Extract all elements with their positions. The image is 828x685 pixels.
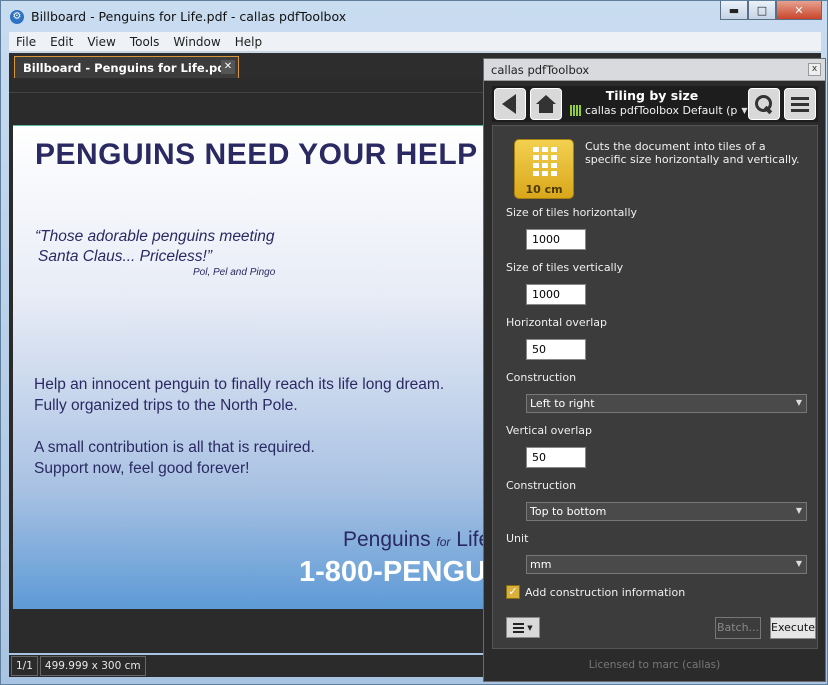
pdftoolbox-panel: callas pdfToolbox x Tiling by size calla… [483,58,826,682]
tool-settings: 10 cm Cuts the document into tiles of a … [492,125,818,649]
brand-wordmark: Penguins for Life [343,528,490,552]
list-icon [513,622,525,633]
chevron-down-icon: ▼ [741,106,748,115]
page-indicator[interactable]: 1/1 [11,656,38,676]
overlap-h-input[interactable]: 50 [526,339,586,360]
size-v-input[interactable]: 1000 [526,284,586,305]
construction-h-value: Left to right [530,397,595,410]
construction-v-select[interactable]: Top to bottom ▼ [526,502,807,521]
minimize-button[interactable]: ▬ [720,1,748,20]
menu-button[interactable] [784,88,816,120]
size-h-input[interactable]: 1000 [526,229,586,250]
overlap-v-input[interactable]: 50 [526,447,586,468]
construction-h-select[interactable]: Left to right ▼ [526,394,807,413]
back-arrow-icon [501,94,516,114]
panel-toolbar: Tiling by size callas pdfToolbox Default… [492,86,818,122]
overlap-v-label: Vertical overlap [506,424,592,437]
brand-for: for [436,535,451,549]
construction-info-row[interactable]: ✓ Add construction information [506,585,685,599]
search-button[interactable] [748,88,780,120]
back-button[interactable] [494,88,526,120]
page-size: 499.999 x 300 cm [39,656,146,676]
menu-edit[interactable]: Edit [43,35,80,49]
menu-file[interactable]: File [9,35,43,49]
menu-window[interactable]: Window [166,35,227,49]
app-gear-icon: ⚙ [10,10,24,24]
construction-info-checkbox[interactable]: ✓ [506,585,520,599]
close-button[interactable]: ✕ [776,1,822,20]
overlap-h-label: Horizontal overlap [506,316,607,329]
profile-bars-icon [570,105,581,116]
panel-title: callas pdfToolbox [491,63,590,77]
construction-v-value: Top to bottom [530,505,607,518]
unit-select[interactable]: mm ▼ [526,555,807,574]
window-title: Billboard - Penguins for Life.pdf - call… [31,9,347,24]
phone-number: 1-800-PENGU [299,556,486,588]
window-controls: ▬ □ ✕ [720,1,822,21]
tool-name: Tiling by size [605,88,699,103]
chevron-down-icon: ▼ [795,506,802,515]
menu-bar: File Edit View Tools Window Help [9,32,821,52]
home-icon [536,95,556,113]
tool-description: Cuts the document into tiles of a specif… [585,140,800,166]
menu-view[interactable]: View [80,35,122,49]
page-headline: PENGUINS NEED YOUR HELP - [35,138,497,171]
construction-v-label: Construction [506,479,577,492]
menu-help[interactable]: Help [228,35,269,49]
chevron-down-icon: ▼ [795,559,802,568]
maximize-button[interactable]: □ [748,1,776,20]
batch-button[interactable]: Batch... [715,617,761,639]
chevron-down-icon: ▼ [527,623,533,632]
tile-size-label: 10 cm [525,183,563,196]
tiling-icon: 10 cm [514,139,574,199]
title-bar[interactable]: ⚙ Billboard - Penguins for Life.pdf - ca… [1,1,827,31]
quote-attribution: Pol, Pel and Pingo [193,267,276,278]
size-h-label: Size of tiles horizontally [506,206,638,219]
home-button[interactable] [530,88,562,120]
page-body-text: Help an innocent penguin to finally reac… [34,374,444,500]
document-tab[interactable]: Billboard - Penguins for Life.pdf ✕ [14,56,239,78]
pdf-page: PENGUINS NEED YOUR HELP - “Those adorabl… [13,125,499,609]
construction-h-label: Construction [506,371,577,384]
panel-close-icon[interactable]: x [808,63,821,76]
body-line-4: Support now, feel good forever! [34,460,250,477]
search-icon [754,94,774,114]
unit-label: Unit [506,532,529,545]
license-text: Licensed to marc (callas) [588,659,721,671]
close-tab-icon[interactable]: ✕ [221,60,235,74]
document-tab-label: Billboard - Penguins for Life.pdf [23,60,231,75]
chevron-down-icon: ▼ [795,398,802,407]
panel-title-bar[interactable]: callas pdfToolbox x [484,59,825,81]
body-line-1: Help an innocent penguin to finally reac… [34,376,445,393]
status-bar: 1/1 499.999 x 300 cm [9,655,489,677]
quote-line-1: “Those adorable penguins meeting [35,228,275,245]
page-quote: “Those adorable penguins meeting Santa C… [35,227,275,267]
body-line-2: Fully organized trips to the North Pole. [34,397,298,414]
profile-name: callas pdfToolbox Default (p [585,104,738,117]
options-menu-button[interactable]: ▼ [506,617,540,638]
menu-tools[interactable]: Tools [123,35,167,49]
unit-value: mm [530,558,552,571]
body-line-3: A small contribution is all that is requ… [34,439,315,456]
size-v-label: Size of tiles vertically [506,261,624,274]
quote-line-2: Santa Claus... Priceless!” [38,248,213,265]
grid-icon [533,147,557,176]
brand-part-1: Penguins [343,528,431,551]
construction-info-label: Add construction information [525,585,686,599]
profile-selector[interactable]: callas pdfToolbox Default (p ▼ [570,104,748,117]
execute-button[interactable]: Execute [770,617,816,639]
hamburger-icon [791,96,809,112]
